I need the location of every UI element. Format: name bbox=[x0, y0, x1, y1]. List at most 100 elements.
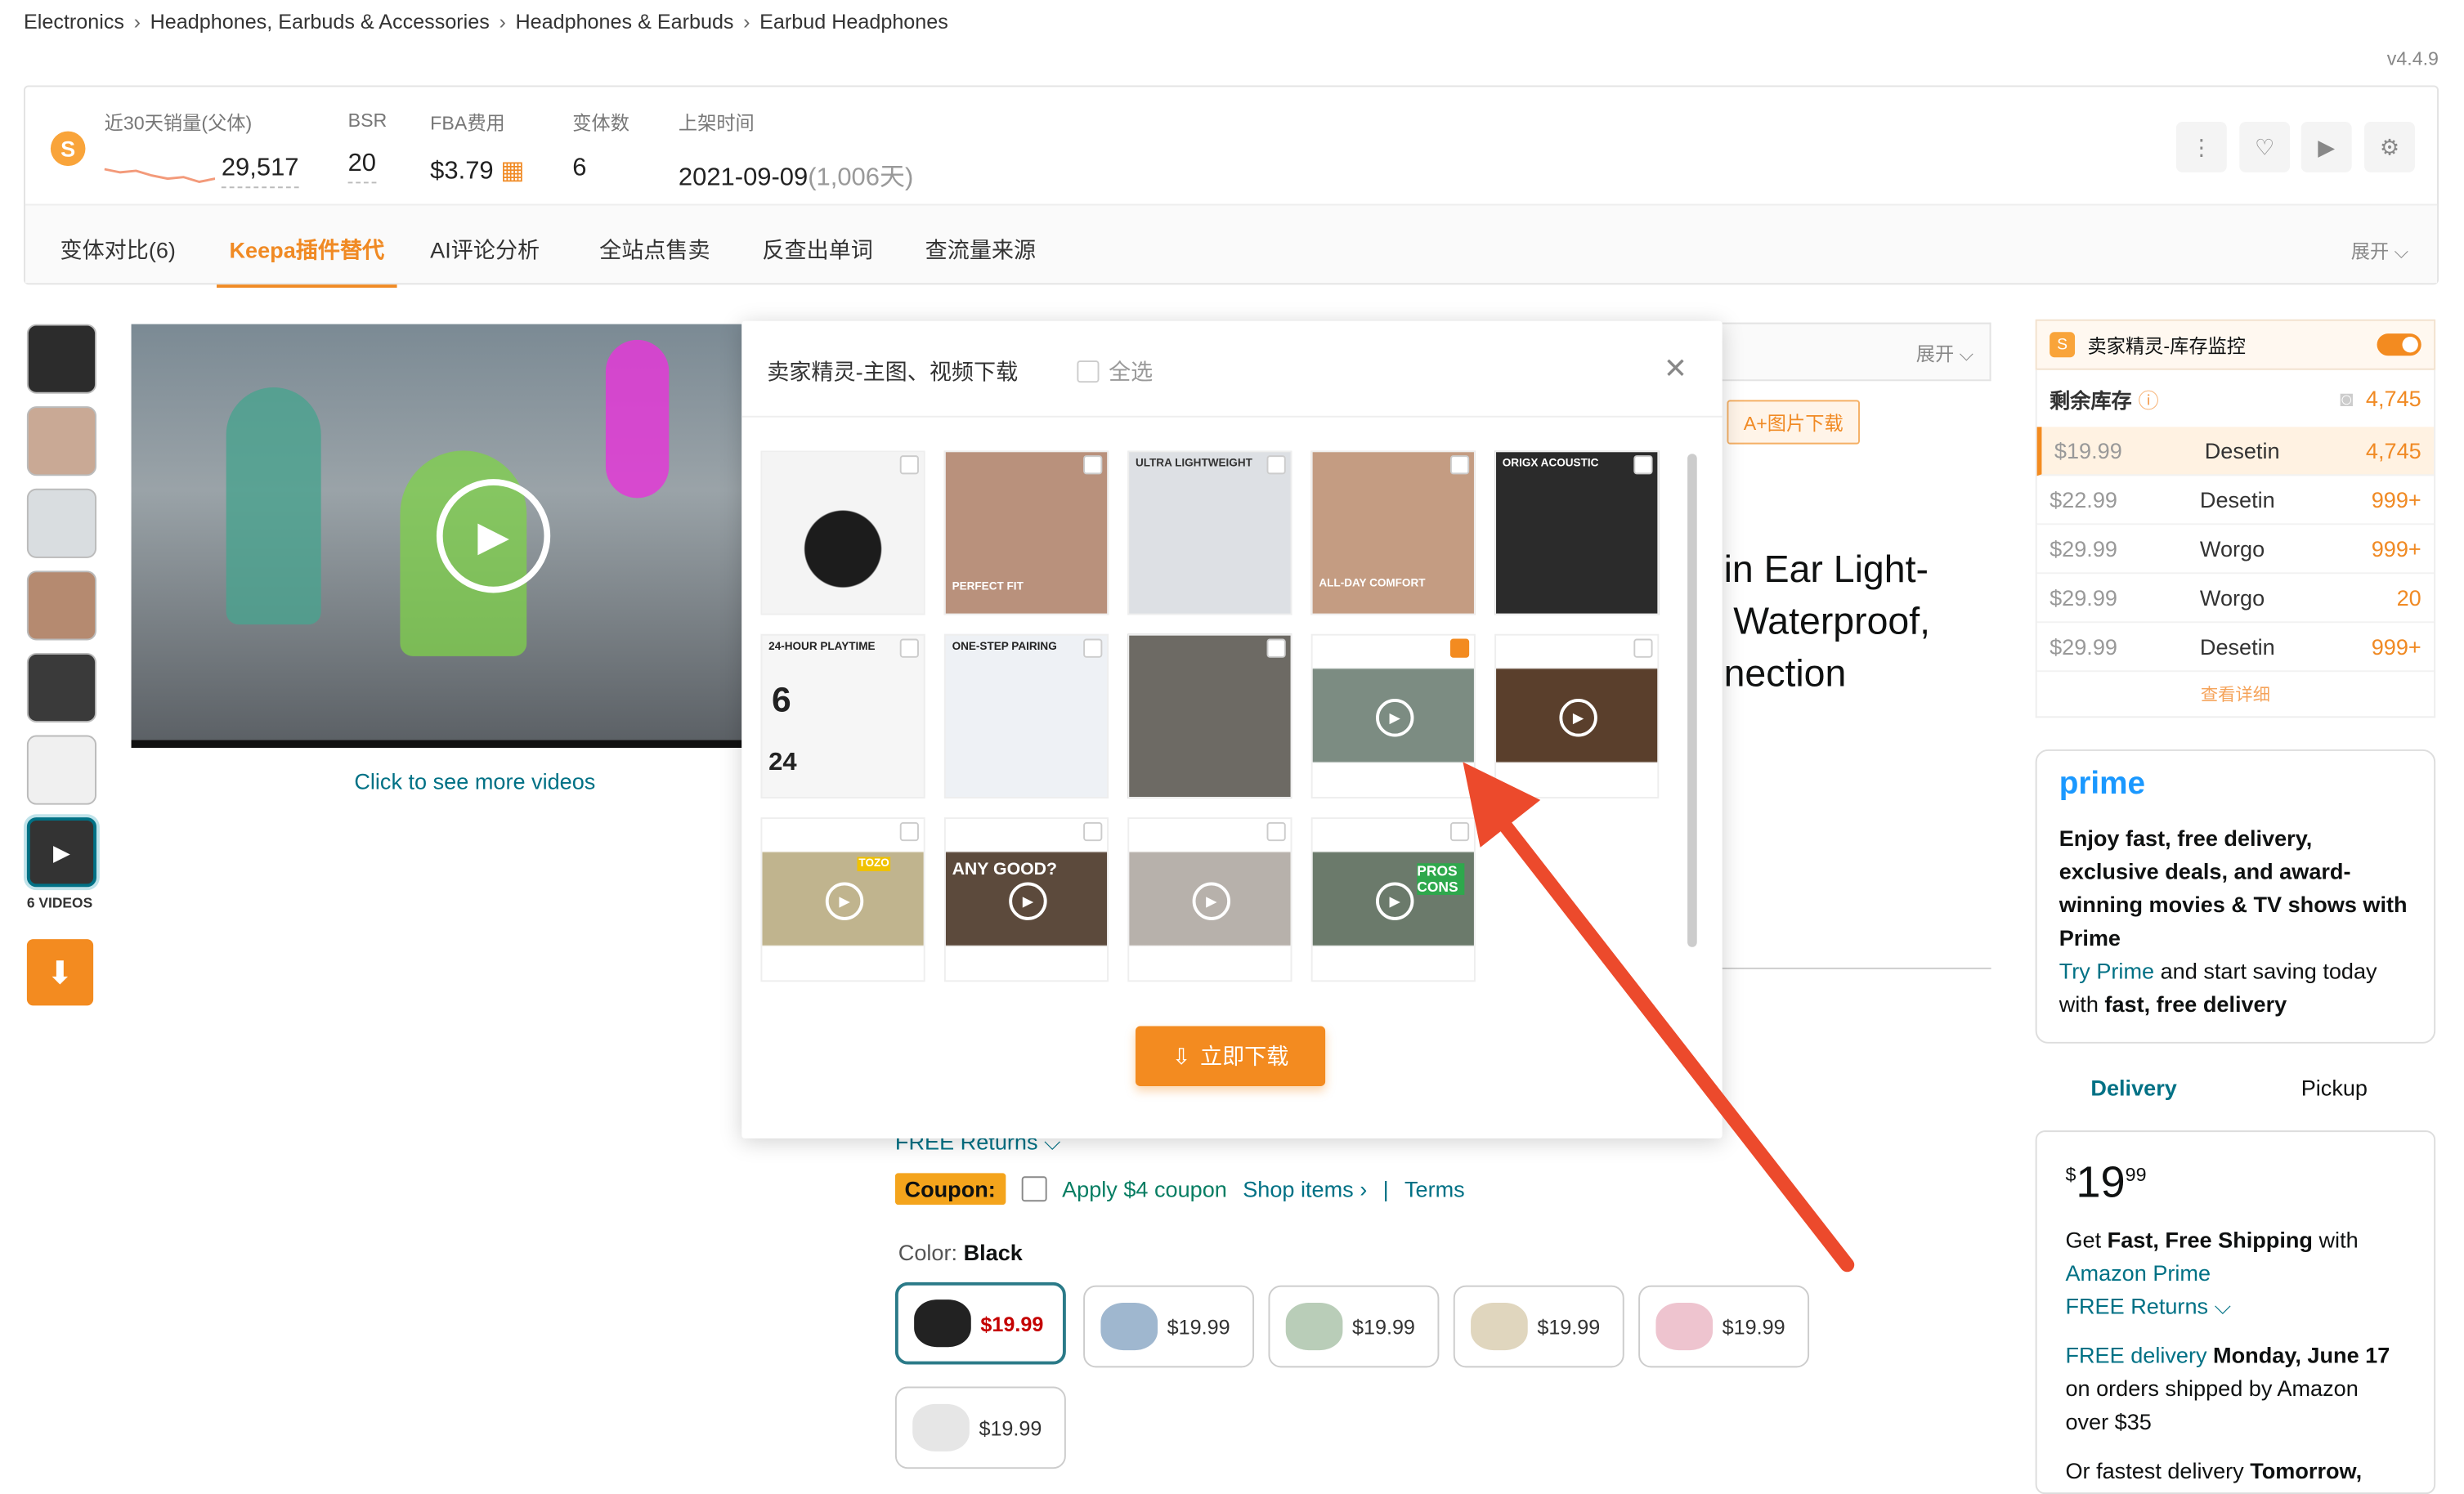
play-icon: ▶ bbox=[53, 839, 70, 865]
thumbnail-4[interactable] bbox=[26, 570, 97, 641]
thumbnail-3[interactable] bbox=[26, 488, 97, 558]
listed-days: (1,006天) bbox=[808, 164, 914, 192]
buybox-free-returns-link[interactable]: FREE Returns ⌵ bbox=[2065, 1293, 2231, 1318]
heart-icon[interactable]: ♡ bbox=[2239, 121, 2291, 172]
calculator-icon[interactable]: ▦ bbox=[500, 158, 524, 185]
help-icon[interactable]: ⓘ bbox=[2138, 383, 2158, 414]
view-details-link[interactable]: 查看详细 bbox=[2037, 672, 2435, 716]
tab-reverse-keyword[interactable]: 反查出单词 bbox=[762, 234, 872, 266]
cloud-download-icon[interactable]: ⬇ bbox=[26, 939, 94, 1006]
color-selection: Color: Black bbox=[898, 1239, 1023, 1265]
expand-toggle-2[interactable]: 展开 ⌵ bbox=[1916, 340, 1974, 367]
media-item[interactable]: ALL-DAY COMFORT bbox=[1310, 450, 1476, 615]
breadcrumb-headphones-accessories[interactable]: Headphones, Earbuds & Accessories bbox=[150, 10, 490, 34]
tab-all-sites[interactable]: 全站点售卖 bbox=[599, 234, 710, 266]
thumbnail-videos[interactable]: ▶ bbox=[26, 817, 97, 888]
breadcrumb: Electronics › Headphones, Earbuds & Acces… bbox=[24, 9, 948, 34]
sellersprite-toolbar: S 近30天销量(父体) 29,517 BSR 20 FBA费用 $3.79 ▦… bbox=[24, 85, 2439, 289]
media-item[interactable] bbox=[1127, 633, 1292, 798]
close-icon[interactable]: ✕ bbox=[1664, 352, 1687, 386]
tab-variant-compare[interactable]: 变体对比(6) bbox=[60, 234, 176, 266]
play-button-icon[interactable]: ▶ bbox=[436, 479, 551, 593]
play-icon: ▶ bbox=[1376, 699, 1414, 737]
swatch-green[interactable]: $19.99 bbox=[1268, 1285, 1440, 1368]
see-more-videos-link[interactable]: Click to see more videos bbox=[354, 768, 595, 794]
video-icon[interactable]: ▶ bbox=[2300, 121, 2352, 172]
stat-sales: 近30天销量(父体) 29,517 bbox=[104, 109, 299, 189]
camera-icon[interactable]: ◙ bbox=[2340, 386, 2353, 411]
prime-box: prime Enjoy fast, free delivery, exclusi… bbox=[2035, 749, 2436, 1044]
select-all[interactable]: 全选 bbox=[1077, 356, 1153, 387]
thumbnail-5[interactable] bbox=[26, 652, 97, 723]
fba-value: $3.79 bbox=[430, 158, 494, 186]
apply-coupon-label[interactable]: Apply $4 coupon bbox=[1062, 1176, 1227, 1201]
media-item[interactable]: PROS CONS ▶ bbox=[1310, 817, 1476, 982]
breadcrumb-earbud-headphones[interactable]: Earbud Headphones bbox=[759, 10, 948, 34]
tab-traffic-source[interactable]: 查流量来源 bbox=[925, 234, 1036, 266]
bsr-value: 20 bbox=[347, 150, 377, 184]
inventory-toggle[interactable] bbox=[2377, 333, 2421, 356]
media-item[interactable] bbox=[760, 450, 925, 615]
inventory-row: $29.99 Worgo 999+ bbox=[2036, 525, 2435, 575]
media-item[interactable]: TOZO ▶ bbox=[760, 817, 925, 982]
modal-scrollbar[interactable] bbox=[1687, 454, 1697, 947]
media-item[interactable]: ▶ bbox=[1494, 633, 1660, 798]
videos-count: 6 VIDEOS bbox=[26, 894, 93, 911]
stat-fba: FBA费用 $3.79 ▦ bbox=[430, 112, 525, 186]
download-now-button[interactable]: ⇩ 立即下载 bbox=[1135, 1026, 1326, 1087]
inventory-row: $29.99 Worgo 20 bbox=[2036, 574, 2435, 624]
media-item[interactable]: ORIGX ACOUSTIC bbox=[1494, 450, 1660, 615]
settings-icon[interactable]: ⚙ bbox=[2364, 121, 2415, 172]
tab-pickup[interactable]: Pickup bbox=[2301, 1075, 2368, 1100]
media-item[interactable]: ANY GOOD? ▶ bbox=[943, 817, 1109, 982]
media-item[interactable]: ULTRA LIGHTWEIGHT bbox=[1127, 450, 1292, 615]
expand-toggle[interactable]: 展开 ⌵ bbox=[2351, 237, 2409, 264]
select-all-checkbox[interactable] bbox=[1077, 360, 1100, 383]
sellersprite-logo-icon: S bbox=[2050, 332, 2076, 358]
tab-ai-review[interactable]: AI评论分析 bbox=[430, 234, 540, 266]
terms-link[interactable]: Terms bbox=[1404, 1176, 1465, 1201]
sales-value: 29,517 bbox=[221, 155, 299, 189]
play-icon: ▶ bbox=[825, 882, 864, 920]
expand-panel: 展开 ⌵ bbox=[1722, 322, 1991, 382]
swatch-beige[interactable]: $19.99 bbox=[1453, 1285, 1624, 1368]
tab-keepa[interactable]: Keepa插件替代 bbox=[217, 234, 397, 289]
coupon-badge: Coupon: bbox=[894, 1173, 1006, 1205]
prime-logo: prime bbox=[2059, 767, 2146, 802]
swatch-pink[interactable]: $19.99 bbox=[1638, 1285, 1810, 1368]
swatch-blue[interactable]: $19.99 bbox=[1083, 1285, 1255, 1368]
swatch-white[interactable]: $19.99 bbox=[894, 1386, 1066, 1469]
delivery-tabs: Delivery Pickup bbox=[2036, 1075, 2435, 1132]
sales-sparkline-icon bbox=[104, 168, 216, 183]
media-item[interactable]: PERFECT FIT bbox=[943, 450, 1109, 615]
sellersprite-logo-icon: S bbox=[50, 131, 86, 167]
listed-date: 2021-09-09 bbox=[678, 164, 809, 192]
tab-delivery[interactable]: Delivery bbox=[2090, 1075, 2176, 1100]
cloud-download-icon: ⇩ bbox=[1172, 1042, 1191, 1068]
swatch-black[interactable]: $19.99 bbox=[894, 1282, 1066, 1365]
thumbnail-2[interactable] bbox=[26, 406, 97, 476]
selected-checkbox[interactable] bbox=[1449, 638, 1470, 658]
media-download-modal: 卖家精灵-主图、视频下载 全选 ✕ PERFECT FIT ULTRA LIGH… bbox=[741, 320, 1723, 1138]
tool-tabs: 变体对比(6) Keepa插件替代 AI评论分析 全站点售卖 反查出单词 查流量… bbox=[25, 204, 2438, 289]
media-item[interactable]: 24-HOUR PLAYTIME 6 24 bbox=[760, 633, 925, 798]
free-delivery-link[interactable]: FREE delivery bbox=[2065, 1342, 2206, 1367]
media-item[interactable]: ONE-STEP PAIRING bbox=[943, 633, 1109, 798]
try-prime-link[interactable]: Try Prime bbox=[2059, 958, 2154, 983]
coupon-checkbox[interactable] bbox=[1020, 1176, 1046, 1202]
media-item[interactable]: ▶ bbox=[1310, 633, 1476, 798]
inventory-row: $22.99 Desetin 999+ bbox=[2036, 476, 2435, 526]
product-title: in Ear Light- Waterproof, nection bbox=[1723, 548, 1931, 696]
breadcrumb-headphones-earbuds[interactable]: Headphones & Earbuds bbox=[515, 10, 733, 34]
main-video[interactable]: ▶ bbox=[131, 324, 742, 749]
thumbnail-1[interactable] bbox=[26, 324, 97, 394]
thumbnail-6[interactable] bbox=[26, 735, 97, 805]
media-item[interactable]: ▶ bbox=[1127, 817, 1292, 982]
breadcrumb-electronics[interactable]: Electronics bbox=[24, 10, 124, 34]
aplus-download-button[interactable]: A+图片下载 bbox=[1727, 400, 1860, 445]
shop-items-link[interactable]: Shop items › bbox=[1243, 1176, 1367, 1201]
more-menu-icon[interactable]: ⋮ bbox=[2175, 121, 2227, 172]
amazon-prime-link[interactable]: Amazon Prime bbox=[2065, 1260, 2211, 1286]
buy-box: $1999 Get Fast, Free Shipping with Amazon… bbox=[2035, 1130, 2436, 1494]
stat-listed: 上架时间 2021-09-09(1,006天) bbox=[678, 112, 914, 192]
